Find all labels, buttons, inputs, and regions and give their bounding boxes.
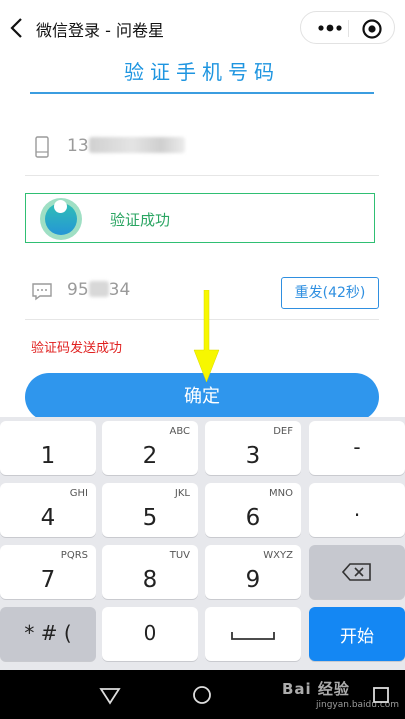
key-3[interactable]: DEF 3: [205, 421, 301, 475]
phone-number-value: 13: [67, 136, 185, 156]
circle-home-icon[interactable]: [189, 682, 215, 708]
key-label: * # (: [24, 621, 72, 645]
form-heading-text: 验证手机号码: [124, 60, 280, 84]
key-letters: DEF: [273, 426, 293, 437]
key-label: 3: [245, 443, 261, 469]
backspace-icon: [342, 563, 371, 581]
triangle-back-icon[interactable]: [97, 682, 123, 708]
sms-code-visible-part: 95: [67, 280, 89, 300]
numeric-keyboard: 1 ABC 2 DEF 3 - GHI 4 JKL 5 MNO 6 . PQRS…: [0, 417, 405, 670]
key-label: 7: [40, 567, 56, 593]
key-label: 2: [142, 443, 158, 469]
key-2[interactable]: ABC 2: [102, 421, 198, 475]
key-label: 6: [245, 505, 261, 531]
start-key[interactable]: 开始: [309, 607, 405, 661]
key-8[interactable]: TUV 8: [102, 545, 198, 599]
sms-code-suffix: 34: [108, 280, 131, 300]
masked-code-digits: [88, 281, 109, 297]
key-7[interactable]: PQRS 7: [0, 545, 96, 599]
mini-program-close-icon[interactable]: [361, 18, 383, 40]
key-label: -: [353, 435, 361, 459]
key-6[interactable]: MNO 6: [205, 483, 301, 537]
phone-number-field[interactable]: 13: [25, 118, 379, 176]
sms-sent-status: 验证码发送成功: [31, 341, 123, 356]
screen: 微信登录 - 问卷星 验证手机号码 13 验证成功 95 34 重发(42秒) …: [0, 0, 405, 719]
sms-message-icon: [32, 283, 52, 301]
key-5[interactable]: JKL 5: [102, 483, 198, 537]
phone-number-visible-part: 13: [67, 136, 89, 156]
watermark-text: Bai 经验: [282, 680, 350, 698]
key-0[interactable]: 0: [102, 607, 198, 661]
key-letters: GHI: [69, 488, 88, 499]
key-label: 0: [143, 621, 157, 645]
space-bar-icon: [231, 632, 275, 640]
key-period[interactable]: .: [309, 483, 405, 537]
key-letters: WXYZ: [263, 550, 293, 561]
key-label: 8: [142, 567, 158, 593]
chevron-left-icon[interactable]: [6, 14, 30, 42]
mini-program-capsule: [300, 11, 395, 44]
key-9[interactable]: WXYZ 9: [205, 545, 301, 599]
page-title: 微信登录 - 问卷星: [36, 21, 164, 40]
verification-circle-knob: [54, 200, 67, 213]
backspace-key[interactable]: [309, 545, 405, 599]
form-heading: 验证手机号码: [30, 52, 374, 94]
symbols-key[interactable]: * # (: [0, 607, 96, 661]
key-letters: MNO: [269, 488, 293, 499]
key-label: 开始: [340, 627, 374, 647]
watermark-url: jingyan.baidu.com: [316, 700, 400, 710]
annotation-arrow-icon: [193, 290, 220, 382]
sms-code-value: 95 34: [67, 280, 130, 300]
key-1[interactable]: 1: [0, 421, 96, 475]
key-label: 9: [245, 567, 261, 593]
key-label: .: [353, 497, 361, 521]
slider-verification-box[interactable]: 验证成功: [25, 193, 375, 243]
key-letters: ABC: [169, 426, 190, 437]
capsule-divider: [348, 20, 349, 37]
key-label: 4: [40, 505, 56, 531]
key-letters: JKL: [174, 488, 190, 499]
more-dots-icon[interactable]: [315, 20, 345, 36]
verification-status: 验证成功: [110, 211, 171, 229]
key-label: 1: [40, 443, 56, 469]
key-label: 5: [142, 505, 158, 531]
top-navigation-bar: 微信登录 - 问卷星: [0, 0, 405, 56]
verification-success-icon: [40, 198, 82, 240]
key-letters: TUV: [169, 550, 190, 561]
resend-code-button[interactable]: 重发(42秒): [281, 277, 379, 309]
key-4[interactable]: GHI 4: [0, 483, 96, 537]
masked-digits: [88, 137, 185, 153]
mobile-phone-icon: [35, 136, 49, 158]
space-key[interactable]: [205, 607, 301, 661]
key-minus[interactable]: -: [309, 421, 405, 475]
key-letters: PQRS: [60, 550, 88, 561]
